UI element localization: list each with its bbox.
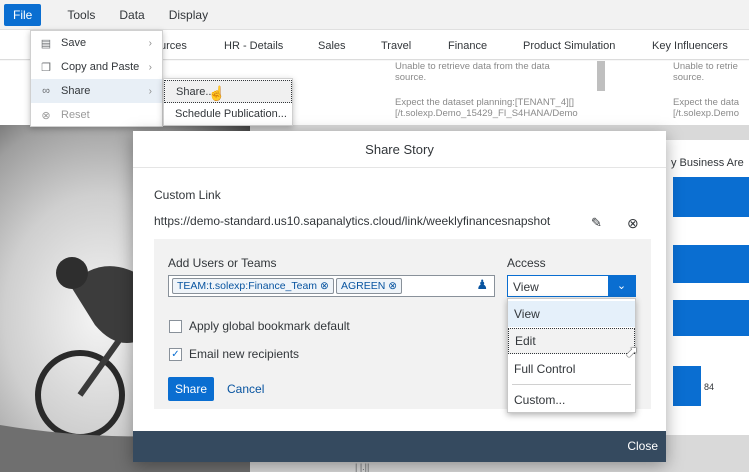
bookmark-default-label: Apply global bookmark default — [189, 319, 350, 333]
chart-bar[interactable] — [673, 300, 749, 336]
save-icon: ▤ — [40, 37, 52, 50]
submenu-item-schedule-publication[interactable]: Schedule Publication... — [164, 103, 292, 126]
copy-icon: ❐ — [41, 61, 51, 74]
person-icon[interactable]: ♟ — [476, 277, 488, 293]
token-remove-icon[interactable]: ⊗ — [388, 280, 397, 292]
chart-title: y Business Are — [671, 157, 744, 169]
menu-file[interactable]: File — [4, 3, 42, 26]
axis-fragment: | |.|| — [355, 462, 370, 472]
dropdown-separator — [512, 384, 631, 385]
hand-cursor-icon: ☝ — [208, 85, 226, 101]
chevron-down-icon[interactable]: ⌄ — [608, 276, 635, 296]
menu-data[interactable]: Data — [107, 0, 156, 30]
token-remove-icon[interactable]: ⊗ — [320, 280, 329, 292]
token-agreen[interactable]: AGREEN ⊗ — [336, 278, 403, 294]
access-option-custom[interactable]: Custom... — [508, 387, 635, 413]
menu-tools[interactable]: Tools — [55, 0, 107, 30]
access-selected-value: View — [513, 280, 539, 294]
share-button[interactable]: Share — [168, 377, 214, 401]
chevron-right-icon: › — [148, 61, 152, 73]
reset-icon: ⊗ — [41, 109, 51, 122]
error-message-line: Expect the dataset planning:[TENANT_4][] — [395, 97, 575, 108]
file-menu-item-reset[interactable]: ⊗ Reset — [31, 103, 162, 127]
error-message-line: Expect the data — [673, 97, 740, 108]
tab-product-simulation[interactable]: Product Simulation — [523, 40, 615, 52]
error-message-line: [/t.solexp.Demo_15429_FI_S4HANA/Demo — [395, 108, 578, 119]
chart-bar[interactable] — [673, 245, 749, 283]
tab-finance[interactable]: Finance — [448, 40, 487, 52]
access-dropdown-list: View Edit Full Control Custom... — [507, 298, 636, 413]
token-label: AGREEN — [341, 280, 386, 292]
close-button[interactable]: Close — [627, 431, 658, 462]
tab-resources[interactable]: urces — [160, 40, 187, 52]
share-icon: ∞ — [42, 85, 50, 97]
chart-bar[interactable] — [673, 366, 701, 406]
submenu-item-share[interactable]: Share... — [164, 80, 292, 103]
menu-display[interactable]: Display — [157, 0, 220, 30]
token-label: TEAM:t.solexp:Finance_Team — [177, 280, 318, 292]
chevron-right-icon: › — [148, 85, 152, 97]
tab-hr-details[interactable]: HR - Details — [224, 40, 283, 52]
custom-link-label: Custom Link — [154, 188, 221, 202]
menu-item-label: Copy and Paste — [61, 61, 140, 73]
dialog-footer: Close — [133, 431, 666, 462]
users-teams-input[interactable]: TEAM:t.solexp:Finance_Team ⊗ AGREEN ⊗ ♟ — [168, 275, 495, 297]
access-select[interactable]: View ⌄ — [507, 275, 636, 297]
menu-item-label: Reset — [61, 109, 90, 121]
email-recipients-checkbox[interactable]: ✓ — [169, 348, 182, 361]
dialog-title: Share Story — [133, 131, 666, 168]
token-finance-team[interactable]: TEAM:t.solexp:Finance_Team ⊗ — [172, 278, 334, 294]
error-message-line: source. — [395, 72, 427, 83]
error-message-line: Unable to retrieve data from the data — [395, 61, 550, 72]
share-submenu: Share... Schedule Publication... — [163, 78, 293, 126]
mouse-pointer-icon: ⬈ — [625, 344, 639, 361]
email-recipients-label: Email new recipients — [189, 347, 300, 361]
chart-bar[interactable] — [673, 177, 749, 217]
file-menu-item-copy-and-paste[interactable]: ❐ Copy and Paste › — [31, 55, 162, 79]
error-message-line: [/t.solexp.Demo — [673, 108, 739, 119]
scrollbar-thumb[interactable] — [597, 61, 605, 91]
chevron-right-icon: › — [148, 37, 152, 49]
tab-travel[interactable]: Travel — [381, 40, 411, 52]
tab-sales[interactable]: Sales — [318, 40, 346, 52]
menubar: File Tools Data Display — [0, 0, 749, 30]
access-label: Access — [507, 256, 546, 270]
access-option-full-control[interactable]: Full Control — [508, 356, 635, 382]
add-users-label: Add Users or Teams — [168, 256, 277, 270]
bookmark-default-checkbox[interactable] — [169, 320, 182, 333]
error-message-line: source. — [673, 72, 705, 83]
edit-pencil-icon[interactable]: ✎ — [591, 215, 602, 231]
menu-item-label: Share — [61, 85, 91, 97]
clear-link-icon[interactable]: ⊗ — [627, 215, 639, 232]
access-option-view[interactable]: View — [508, 301, 635, 327]
tab-key-influencers[interactable]: Key Influencers — [652, 40, 728, 52]
custom-link-url[interactable]: https://demo-standard.us10.sapanalytics.… — [154, 214, 550, 228]
bar-value-label: 84 — [704, 382, 715, 392]
menu-item-label: Save — [61, 37, 87, 49]
file-menu: ▤ Save › ❐ Copy and Paste › ∞ Share › ⊗ … — [30, 30, 163, 127]
file-menu-item-share[interactable]: ∞ Share › — [31, 79, 162, 103]
error-message-line: Unable to retrie — [673, 61, 738, 72]
access-option-edit[interactable]: Edit — [508, 328, 635, 354]
cancel-button[interactable]: Cancel — [227, 377, 264, 401]
file-menu-item-save[interactable]: ▤ Save › — [31, 31, 162, 55]
